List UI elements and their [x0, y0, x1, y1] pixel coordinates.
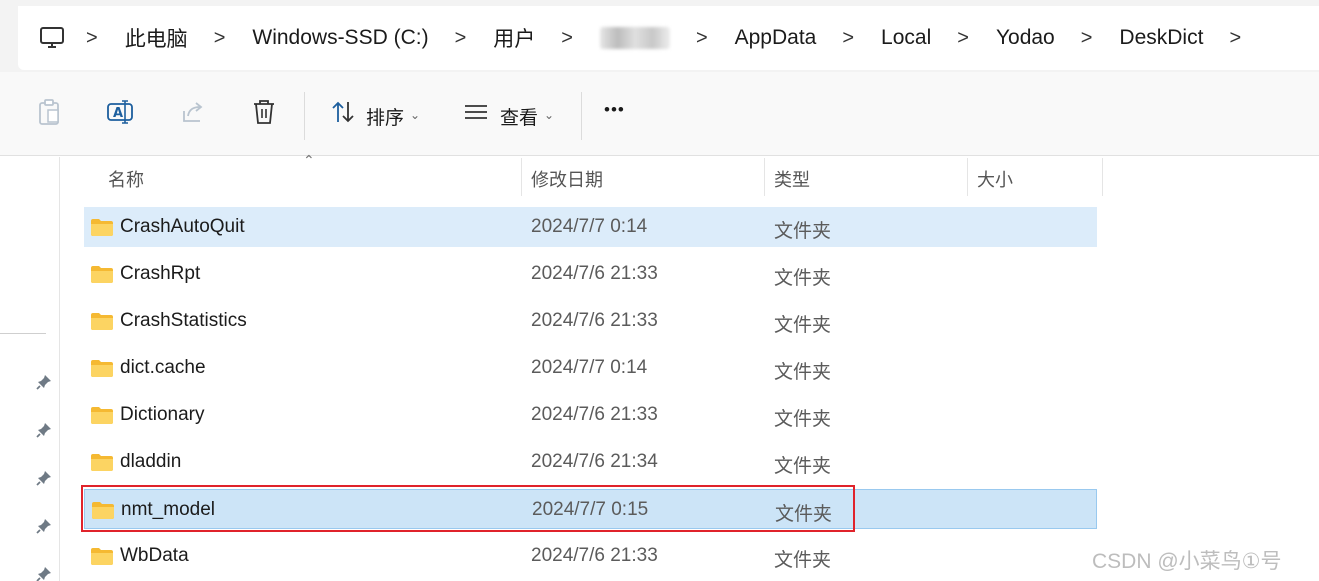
folder-icon	[90, 312, 114, 331]
chevron-right-icon[interactable]: >	[1229, 27, 1241, 50]
column-header-name[interactable]: 名称	[108, 166, 144, 192]
column-divider[interactable]	[967, 158, 968, 196]
breadcrumb-username-redacted[interactable]	[599, 27, 670, 49]
pin-icon[interactable]	[35, 373, 53, 391]
list-item[interactable]: CrashAutoQuit 2024/7/7 0:14 文件夹	[84, 207, 1097, 247]
file-modified: 2024/7/6 21:33	[531, 310, 658, 331]
file-name: CrashAutoQuit	[120, 216, 245, 237]
file-modified: 2024/7/7 0:14	[531, 216, 648, 237]
chevron-right-icon[interactable]: >	[86, 27, 98, 50]
address-bar-container: > 此电脑 > Windows-SSD (C:) > 用户 > > AppDat…	[0, 0, 1319, 72]
column-divider[interactable]	[764, 158, 765, 196]
file-type: 文件夹	[774, 268, 832, 289]
delete-button[interactable]	[248, 98, 280, 130]
breadcrumb-this-pc[interactable]: 此电脑	[125, 23, 188, 53]
rename-button[interactable]: A	[104, 98, 136, 130]
file-type: 文件夹	[774, 456, 832, 477]
pin-icon[interactable]	[35, 469, 53, 487]
address-bar[interactable]: > 此电脑 > Windows-SSD (C:) > 用户 > > AppDat…	[18, 6, 1319, 70]
sort-ascending-icon: ⌃	[303, 152, 315, 168]
breadcrumb-deskdict[interactable]: DeskDict	[1119, 26, 1203, 50]
navigation-pane	[0, 157, 60, 581]
file-modified: 2024/7/6 21:33	[531, 404, 658, 425]
column-header-modified[interactable]: 修改日期	[531, 166, 603, 192]
chevron-right-icon[interactable]: >	[455, 27, 467, 50]
column-header-size[interactable]: 大小	[977, 166, 1013, 192]
column-divider[interactable]	[521, 158, 522, 196]
sort-label[interactable]: 排序	[366, 103, 404, 130]
list-item[interactable]: Dictionary 2024/7/6 21:33 文件夹	[84, 395, 1097, 435]
file-modified: 2024/7/6 21:33	[531, 263, 658, 284]
file-name: CrashStatistics	[120, 310, 247, 331]
folder-icon	[90, 265, 114, 284]
breadcrumb-yodao[interactable]: Yodao	[996, 26, 1055, 50]
paste-button[interactable]	[33, 98, 65, 130]
more-options-button[interactable]: •••	[604, 100, 625, 120]
command-bar: A 排序 ⌄ 查看 ⌄ •••	[0, 72, 1319, 156]
chevron-right-icon[interactable]: >	[696, 27, 708, 50]
sort-icon	[329, 98, 357, 131]
file-name: dladdin	[120, 451, 182, 472]
list-item[interactable]: WbData 2024/7/6 21:33 文件夹	[84, 536, 1097, 576]
chevron-down-icon[interactable]: ⌄	[544, 108, 554, 122]
rename-icon: A	[106, 98, 134, 131]
toolbar-divider	[304, 92, 305, 140]
column-header-type[interactable]: 类型	[774, 166, 810, 192]
file-name: WbData	[120, 545, 189, 566]
chevron-right-icon[interactable]: >	[957, 27, 969, 50]
svg-text:A: A	[113, 106, 123, 121]
list-view-icon	[462, 98, 490, 131]
breadcrumb-users[interactable]: 用户	[493, 23, 535, 53]
list-item[interactable]: CrashStatistics 2024/7/6 21:33 文件夹	[84, 301, 1097, 341]
folder-icon	[90, 547, 114, 566]
chevron-right-icon[interactable]: >	[214, 27, 226, 50]
file-modified: 2024/7/6 21:33	[531, 545, 658, 566]
list-item[interactable]: CrashRpt 2024/7/6 21:33 文件夹	[84, 254, 1097, 294]
view-button[interactable]	[460, 98, 492, 130]
file-type: 文件夹	[774, 221, 832, 242]
file-type: 文件夹	[774, 409, 832, 430]
sort-button[interactable]	[327, 98, 359, 130]
breadcrumb-local[interactable]: Local	[881, 26, 931, 50]
breadcrumb-appdata[interactable]: AppData	[735, 26, 817, 50]
list-item[interactable]: dict.cache 2024/7/7 0:14 文件夹	[84, 348, 1097, 388]
list-item[interactable]: dladdin 2024/7/6 21:34 文件夹	[84, 442, 1097, 482]
view-label[interactable]: 查看	[500, 103, 538, 130]
pin-icon[interactable]	[35, 421, 53, 439]
folder-icon	[90, 406, 114, 425]
chevron-right-icon[interactable]: >	[561, 27, 573, 50]
share-icon	[180, 99, 206, 130]
highlight-annotation-box	[81, 485, 855, 532]
watermark: CSDN @小菜鸟①号	[1092, 550, 1282, 573]
chevron-right-icon[interactable]: >	[1081, 27, 1093, 50]
column-divider[interactable]	[1102, 158, 1103, 196]
chevron-right-icon[interactable]: >	[842, 27, 854, 50]
file-modified: 2024/7/6 21:34	[531, 451, 658, 472]
file-modified: 2024/7/7 0:14	[531, 357, 648, 378]
file-type: 文件夹	[774, 315, 832, 336]
file-type: 文件夹	[774, 362, 832, 383]
file-name: dict.cache	[120, 357, 206, 378]
pin-icon[interactable]	[35, 517, 53, 535]
toolbar-divider	[581, 92, 582, 140]
file-name: Dictionary	[120, 404, 205, 425]
breadcrumb-drive[interactable]: Windows-SSD (C:)	[252, 26, 428, 50]
file-name: CrashRpt	[120, 263, 201, 284]
folder-icon	[90, 218, 114, 237]
file-type: 文件夹	[774, 550, 832, 571]
folder-icon	[90, 359, 114, 378]
nav-divider	[0, 333, 46, 334]
trash-icon	[251, 98, 277, 131]
folder-icon	[90, 453, 114, 472]
clipboard-icon	[36, 98, 62, 131]
pin-icon[interactable]	[35, 565, 53, 581]
chevron-down-icon[interactable]: ⌄	[410, 108, 420, 122]
share-button[interactable]	[177, 98, 209, 130]
computer-icon[interactable]	[38, 24, 66, 52]
